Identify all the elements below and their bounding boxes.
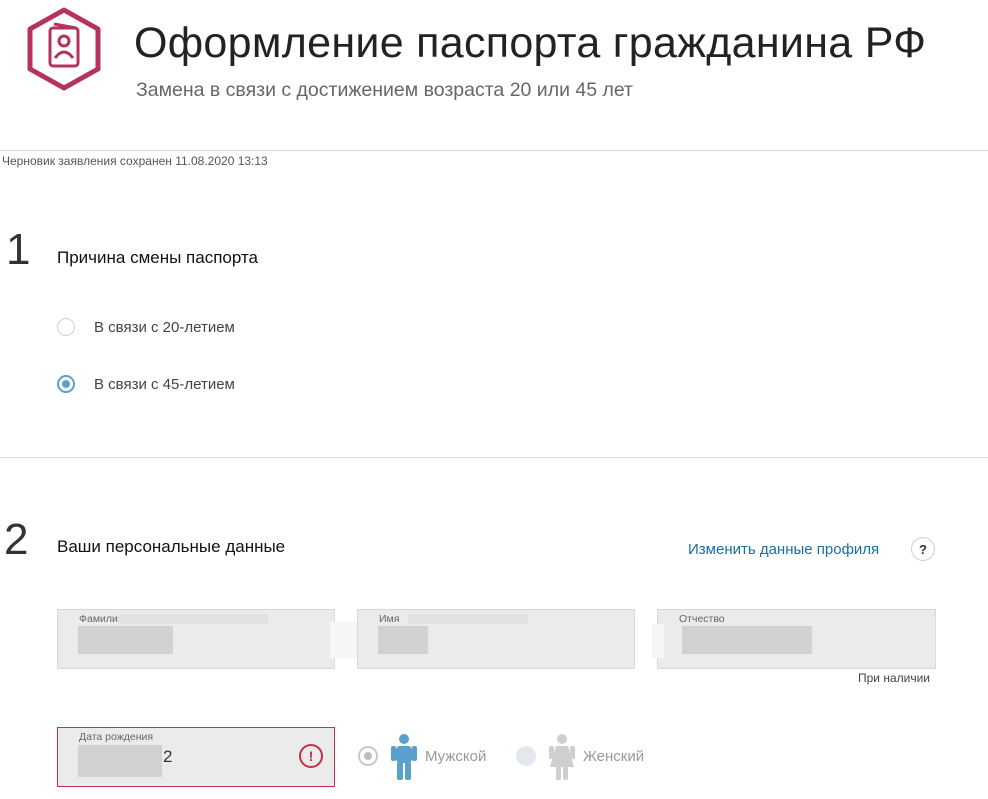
- birthdate-label: Дата рождения: [79, 731, 154, 743]
- name-label: Имя: [379, 613, 400, 625]
- radio-label: В связи с 45-летием: [94, 375, 235, 393]
- error-icon: !: [299, 744, 323, 768]
- redacted-value: [118, 614, 268, 624]
- section-title-reason: Причина смены паспорта: [57, 248, 259, 267]
- male-figure-icon: [391, 734, 417, 780]
- gender-male-label: Мужской: [425, 748, 487, 765]
- gender-female-label: Женский: [583, 748, 645, 765]
- divider: [0, 150, 988, 151]
- surname-label: Фамилия: [79, 613, 124, 625]
- surname-field[interactable]: Фамилия: [57, 609, 358, 669]
- page-title: Оформление паспорта гражданина РФ: [134, 19, 927, 67]
- page-subtitle: Замена в связи с достижением возраста 20…: [136, 79, 633, 101]
- patronymic-hint: При наличии: [858, 671, 930, 685]
- section-divider: [0, 457, 988, 458]
- help-button[interactable]: ?: [911, 537, 935, 561]
- redacted-value: [652, 624, 664, 658]
- patronymic-label: Отчество: [679, 613, 725, 625]
- birthdate-visible-digit: 2: [163, 747, 173, 766]
- reason-option-45[interactable]: В связи с 45-летием: [57, 375, 235, 393]
- section-title-personal-data: Ваши персональные данные: [57, 537, 286, 556]
- name-field[interactable]: Имя: [357, 609, 635, 669]
- radio-label: В связи с 20-летием: [94, 318, 235, 336]
- redacted-value: [78, 745, 162, 777]
- redacted-value: [378, 626, 428, 654]
- step-number-2: 2: [4, 515, 29, 564]
- radio-button[interactable]: [57, 318, 75, 336]
- step-number-1: 1: [6, 225, 31, 274]
- draft-saved-note: Черновик заявления сохранен 11.08.2020 1…: [2, 154, 268, 168]
- radio-button-checked[interactable]: [57, 375, 75, 393]
- birthdate-field[interactable]: Дата рождения 2 !: [57, 727, 335, 787]
- female-figure-icon: [549, 734, 575, 780]
- reason-option-20[interactable]: В связи с 20-летием: [57, 318, 235, 336]
- redacted-value: [78, 626, 173, 654]
- redacted-value: [408, 614, 528, 624]
- gender-male-radio[interactable]: [358, 746, 378, 766]
- passport-logo-icon: [24, 6, 104, 92]
- redacted-value: [330, 622, 358, 658]
- patronymic-field[interactable]: Отчество: [652, 609, 936, 669]
- gender-female-radio[interactable]: [516, 746, 536, 766]
- redacted-value: [682, 626, 812, 654]
- edit-profile-link[interactable]: Изменить данные профиля: [688, 541, 879, 558]
